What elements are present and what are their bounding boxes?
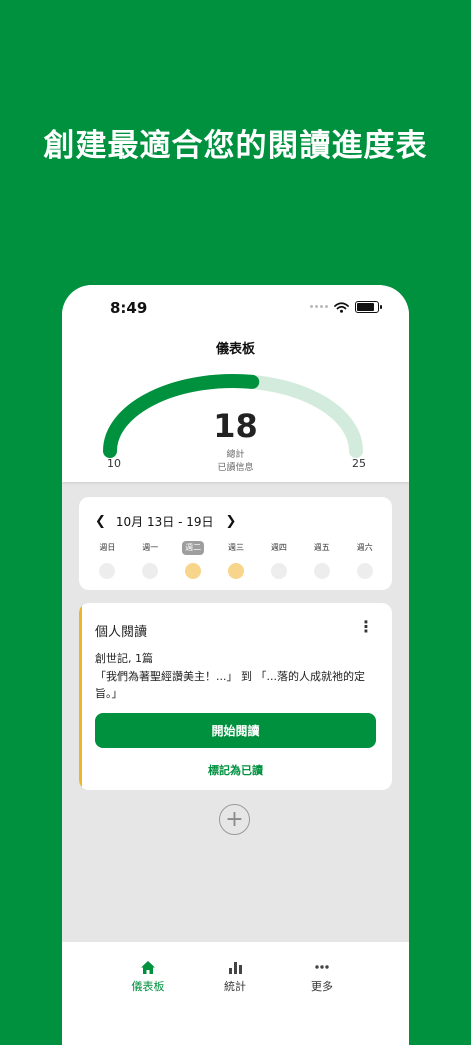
status-time: 8:49 [110, 299, 148, 317]
battery-icon [355, 301, 382, 313]
week-navigator: ❮ 10月 13日 - 19日 ❯ [95, 513, 236, 530]
plan-range: 「我們為著聖經讚美主！...」 到 「...落的人成就祂的定旨。」 [95, 670, 365, 700]
gauge-max: 25 [352, 457, 366, 470]
tab-label-more: 更多 [311, 980, 333, 993]
dashboard-header: 8:49 儀表板 18 總計 已讀信息 10 25 [62, 285, 409, 482]
phone-screen: 8:49 儀表板 18 總計 已讀信息 10 25 ❮ 10月 13日 - 19… [62, 285, 409, 1045]
more-vertical-icon[interactable]: ⋮ [358, 617, 374, 636]
day-label: 週二 [182, 541, 205, 555]
promo-headline: 創建最適合您的閱讀進度表 [43, 128, 428, 164]
day-label: 週三 [228, 543, 244, 552]
day-dot [142, 563, 159, 579]
day-1[interactable]: 週一 [129, 541, 172, 579]
day-5[interactable]: 週五 [300, 541, 343, 579]
start-reading-button[interactable]: 開始閱讀 [95, 713, 376, 748]
tab-more[interactable]: 更多 [282, 960, 362, 994]
tab-stats[interactable]: 統計 [195, 960, 275, 994]
mark-as-read-button[interactable]: 標記為已讀 [79, 762, 392, 778]
day-label: 週五 [313, 543, 330, 552]
week-card: ❮ 10月 13日 - 19日 ❯ 週日 週一 週二 週三 週四 週五 週六 [79, 497, 392, 590]
day-dot-done [228, 563, 244, 579]
gauge-min: 10 [107, 457, 121, 470]
day-4[interactable]: 週四 [257, 541, 300, 579]
week-days: 週日 週一 週二 週三 週四 週五 週六 [86, 541, 386, 579]
day-label: 週四 [270, 543, 287, 552]
gauge-value: 18 [213, 407, 258, 445]
day-2[interactable]: 週二 [172, 541, 215, 579]
home-icon [141, 961, 155, 974]
chevron-left-icon[interactable]: ❮ [95, 514, 106, 529]
week-range: 10月 13日 - 19日 [115, 515, 214, 529]
day-dot [313, 563, 330, 579]
more-dots-icon [315, 965, 329, 969]
day-dot-done [185, 563, 202, 579]
page-title: 儀表板 [215, 342, 255, 357]
status-icons [310, 301, 382, 313]
tab-label-dashboard: 儀表板 [131, 980, 165, 993]
day-dot [270, 563, 287, 579]
plan-book: 創世記, 1篇 [95, 652, 153, 665]
day-label: 週日 [99, 543, 116, 552]
add-plan-button[interactable]: + [219, 804, 250, 835]
day-label: 週六 [356, 543, 373, 552]
day-3[interactable]: 週三 [215, 541, 258, 579]
chevron-right-icon[interactable]: ❯ [226, 514, 237, 529]
day-0[interactable]: 週日 [86, 541, 129, 579]
day-6[interactable]: 週六 [343, 541, 386, 579]
wifi-icon [334, 301, 349, 313]
plus-icon: + [225, 807, 244, 832]
reading-plan-card: 個人閱讀 ⋮ 創世記, 1篇 「我們為著聖經讚美主！...」 到 「...落的人… [79, 603, 392, 790]
signal-dots-icon [310, 305, 328, 309]
tab-bar: 儀表板 統計 更多 [62, 942, 409, 1045]
plan-title: 個人閱讀 [95, 625, 148, 640]
day-dot [99, 563, 116, 579]
day-dot [356, 563, 373, 579]
day-label: 週一 [142, 543, 159, 552]
bar-chart-icon [228, 962, 242, 974]
tab-dashboard[interactable]: 儀表板 [108, 960, 188, 994]
tab-label-stats: 統計 [224, 980, 246, 993]
